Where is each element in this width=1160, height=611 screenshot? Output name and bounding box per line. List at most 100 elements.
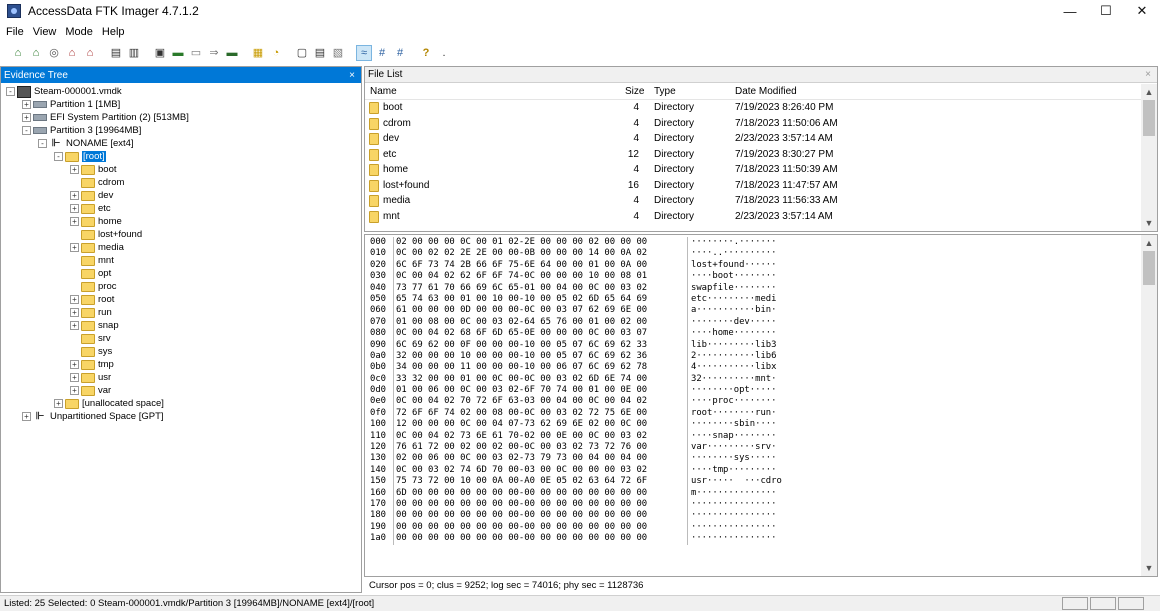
collapse-icon[interactable]: -	[38, 139, 47, 148]
tree-node[interactable]: lost+found	[1, 228, 361, 241]
hex-row[interactable]: 150 75 73 72 00 10 00 0A 00-A0 0E 05 02 6…	[370, 476, 1157, 488]
create-custom-content-icon[interactable]: ▭	[188, 45, 204, 61]
tree-node-label[interactable]: usr	[98, 372, 111, 383]
hex-row[interactable]: 090 6C 69 62 00 0F 00 00 00-10 00 05 07 6…	[370, 339, 1157, 351]
hex-row[interactable]: 190 00 00 00 00 00 00 00 00-00 00 00 00 0…	[370, 521, 1157, 534]
hex-row[interactable]: 000 02 00 00 00 0C 00 01 02-2E 00 00 00 0…	[370, 237, 1157, 249]
hex-row[interactable]: 080 0C 00 04 02 68 6F 6D 65-0E 00 00 00 0…	[370, 328, 1157, 340]
file-list-row[interactable]: mnt 4 Directory 2/23/2023 3:57:14 AM	[365, 209, 1157, 225]
maximize-button[interactable]: ☐	[1088, 0, 1124, 22]
tree-node-label[interactable]: media	[98, 242, 124, 253]
tree-node[interactable]: srv	[1, 332, 361, 345]
expand-icon[interactable]: +	[22, 412, 31, 421]
hex-row[interactable]: 0f0 72 6F 6F 74 02 00 08 00-0C 00 03 02 7…	[370, 407, 1157, 420]
tree-node[interactable]: cdrom	[1, 176, 361, 189]
tree-node[interactable]: + media	[1, 241, 361, 254]
expand-icon[interactable]: +	[70, 360, 79, 369]
hex-row[interactable]: 120 76 61 72 00 02 00 02 00-0C 00 03 02 7…	[370, 442, 1157, 454]
hex-row[interactable]: 180 00 00 00 00 00 00 00 00-00 00 00 00 0…	[370, 510, 1157, 522]
file-list-row[interactable]: lost+found 16 Directory 7/18/2023 11:47:57 …	[365, 178, 1157, 194]
tree-node-label[interactable]: Unpartitioned Space [GPT]	[50, 411, 164, 422]
close-button[interactable]: ✕	[1124, 0, 1160, 22]
hex-row[interactable]: 100 12 00 00 00 0C 00 04 07-73 62 69 6E 0…	[370, 419, 1157, 431]
tree-node-label[interactable]: NONAME [ext4]	[66, 138, 134, 149]
hex-row[interactable]: 050 65 74 63 00 01 00 10 00-10 00 05 02 6…	[370, 293, 1157, 306]
tree-node-label[interactable]: [root]	[82, 151, 106, 162]
export-logical-image-icon[interactable]: ▣	[152, 45, 168, 61]
menu-file[interactable]: File	[6, 26, 24, 38]
text-view-icon[interactable]: ≈	[356, 45, 372, 61]
tree-node[interactable]: sys	[1, 345, 361, 358]
image-mounting-icon[interactable]: ◎	[46, 45, 62, 61]
tree-node-label[interactable]: EFI System Partition (2) [513MB]	[50, 112, 189, 123]
hex-row[interactable]: 0d0 01 00 06 00 0C 00 03 02-6F 70 74 00 0…	[370, 385, 1157, 397]
auto-view-icon[interactable]: ▧	[330, 45, 346, 61]
tree-node-label[interactable]: srv	[98, 333, 111, 344]
tree-node[interactable]: + usr	[1, 371, 361, 384]
tree-node[interactable]: + var	[1, 384, 361, 397]
tree-node-label[interactable]: run	[98, 307, 112, 318]
help-icon[interactable]: ?	[418, 45, 434, 61]
file-list-row[interactable]: dev 4 Directory 2/23/2023 3:57:14 AM	[365, 131, 1157, 147]
tree-node-label[interactable]: cdrom	[98, 177, 124, 188]
hex-row[interactable]: 060 61 00 00 00 0D 00 00 00-0C 00 03 07 6…	[370, 305, 1157, 317]
export-files-icon[interactable]: ▦	[250, 45, 266, 61]
add-evidence-icon[interactable]: ⌂	[10, 45, 26, 61]
column-name[interactable]: Name	[370, 86, 397, 97]
hex-scrollbar[interactable]: ▲ ▼	[1141, 235, 1157, 576]
tree-node[interactable]: + tmp	[1, 358, 361, 371]
hex-view-icon[interactable]: #	[374, 45, 390, 61]
remove-all-evidence-icon[interactable]: ⌂	[82, 45, 98, 61]
file-list-row[interactable]: etc 12 Directory 7/19/2023 8:30:27 PM	[365, 147, 1157, 163]
tree-node-label[interactable]: root	[98, 294, 114, 305]
column-type[interactable]: Type	[654, 86, 676, 97]
hex-row[interactable]: 160 6D 00 00 00 00 00 00 00-00 00 00 00 0…	[370, 487, 1157, 499]
expand-icon[interactable]: +	[70, 204, 79, 213]
tree-node-label[interactable]: opt	[98, 268, 111, 279]
tree-node[interactable]: + Partition 1 [1MB]	[1, 98, 361, 111]
verify-drive-icon[interactable]: ▢	[294, 45, 310, 61]
scroll-thumb[interactable]	[1143, 251, 1155, 285]
tree-node[interactable]: + boot	[1, 163, 361, 176]
expand-icon[interactable]: +	[70, 295, 79, 304]
collapse-icon[interactable]: -	[6, 87, 15, 96]
hex-row[interactable]: 0a0 32 00 00 00 10 00 00 00-10 00 05 07 6…	[370, 350, 1157, 363]
hex-row[interactable]: 140 0C 00 03 02 74 6D 70 00-03 00 0C 00 0…	[370, 464, 1157, 477]
file-list-row[interactable]: media 4 Directory 7/18/2023 11:56:33 AM	[365, 193, 1157, 209]
view-files-icon[interactable]: ▤	[312, 45, 328, 61]
column-size[interactable]: Size	[625, 86, 644, 97]
tree-node[interactable]: + run	[1, 306, 361, 319]
hex-row[interactable]: 170 00 00 00 00 00 00 00 00-00 00 00 00 0…	[370, 498, 1157, 511]
hex-row[interactable]: 0c0 33 32 00 00 01 00 0C 00-0C 00 03 02 6…	[370, 373, 1157, 386]
tree-node[interactable]: - [root]	[1, 150, 361, 163]
file-list-row[interactable]: home 4 Directory 7/18/2023 11:50:39 AM	[365, 162, 1157, 178]
create-disk-image-icon[interactable]: ▤	[108, 45, 124, 61]
expand-icon[interactable]: +	[54, 399, 63, 408]
tree-node-label[interactable]: tmp	[98, 359, 114, 370]
tree-node-label[interactable]: Partition 1 [1MB]	[50, 99, 120, 110]
add-all-attached-icon[interactable]: ⌂	[28, 45, 44, 61]
tree-node-label[interactable]: [unallocated space]	[82, 398, 164, 409]
hex-row[interactable]: 030 0C 00 04 02 62 6F 6F 74-0C 00 00 00 1…	[370, 271, 1157, 283]
hex-row[interactable]: 0b0 34 00 00 00 11 00 00 00-10 00 06 07 6…	[370, 362, 1157, 374]
tree-node-label[interactable]: dev	[98, 190, 113, 201]
tree-node[interactable]: + EFI System Partition (2) [513MB]	[1, 111, 361, 124]
tree-node[interactable]: proc	[1, 280, 361, 293]
column-date-modified[interactable]: Date Modified	[735, 86, 797, 97]
scroll-down-icon[interactable]: ▼	[1141, 560, 1157, 576]
tree-node-label[interactable]: Partition 3 [19964MB]	[50, 125, 141, 136]
scroll-down-icon[interactable]: ▼	[1141, 215, 1157, 231]
tree-node[interactable]: opt	[1, 267, 361, 280]
scroll-up-icon[interactable]: ▲	[1141, 84, 1157, 100]
tree-node[interactable]: + root	[1, 293, 361, 306]
expand-icon[interactable]: +	[22, 100, 31, 109]
tree-node-label[interactable]: lost+found	[98, 229, 142, 240]
add-to-custom-content-icon[interactable]: ▬	[170, 45, 186, 61]
expand-icon[interactable]: +	[70, 308, 79, 317]
expand-icon[interactable]: +	[70, 243, 79, 252]
hex-row[interactable]: 130 02 00 06 00 0C 00 03 02-73 79 73 00 0…	[370, 453, 1157, 465]
hex-view-alt-icon[interactable]: #	[392, 45, 408, 61]
file-list-row[interactable]: cdrom 4 Directory 7/18/2023 11:50:06 AM	[365, 116, 1157, 132]
tree-node[interactable]: - ⊩ NONAME [ext4]	[1, 137, 361, 150]
hex-row[interactable]: 1a0 00 00 00 00 00 00 00 00-00 00 00 00 0…	[370, 533, 1157, 545]
